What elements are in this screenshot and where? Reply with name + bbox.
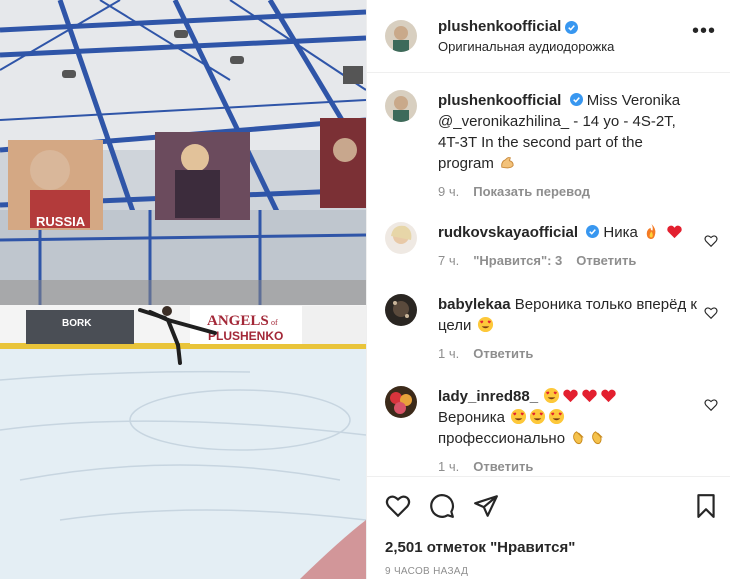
verified-badge-icon [586,225,600,238]
heart-outline-icon[interactable] [385,493,411,519]
red-heart-icon [563,389,578,403]
heart-eyes-icon [477,316,493,333]
audio-label[interactable]: Оригинальная аудиодорожка [438,39,614,55]
avatar[interactable] [385,20,417,52]
comment-text: Вероника [438,409,505,426]
bookmark-icon[interactable] [693,493,719,519]
banner-right [320,118,366,208]
rink-scene: RUSSIA BORK ANGELS of PLUSHENKO [0,0,366,579]
reply-button[interactable]: Ответить [473,343,533,364]
comment-like-heart-icon[interactable] [704,306,718,320]
heart-eyes-icon [549,408,565,425]
likes-count[interactable]: 2,501 отметок "Нравится" [385,539,575,556]
translate-button[interactable]: Показать перевод [473,181,590,202]
caption-username[interactable]: plushenkoofficial [438,92,561,109]
fire-icon [646,223,656,240]
post-video[interactable]: RUSSIA BORK ANGELS of PLUSHENKO [0,0,366,579]
angels-board: ANGELS of PLUSHENKO [190,306,302,344]
comment-text-line2: профессионально [438,430,566,447]
heart-eyes-icon [511,408,527,425]
banner-left: RUSSIA [8,140,103,230]
paper-plane-icon[interactable] [473,493,499,519]
comment-icon[interactable] [429,493,455,519]
comment-time[interactable]: 7 ч. [438,250,459,271]
red-heart-icon [667,225,682,239]
post-panel: plushenkoofficial Оригинальная аудиодоро… [366,0,730,579]
header-username[interactable]: plushenkoofficial [438,18,561,36]
post-header: plushenkoofficial Оригинальная аудиодоро… [367,0,730,73]
heart-eyes-icon [544,387,560,404]
heart-eyes-icon [530,408,546,425]
comment-username[interactable]: lady_inred88_ [438,388,538,405]
bork-text: BORK [62,318,92,329]
plushenko-text: PLUSHENKO [208,329,283,343]
caption-time[interactable]: 9 ч. [438,181,459,202]
red-heart-icon [601,389,616,403]
red-heart-icon [582,389,597,403]
reply-button[interactable]: Ответить [576,250,636,271]
bork-board: BORK [26,310,134,344]
comment-username[interactable]: rudkovskayaofficial [438,224,578,241]
comment-username[interactable]: babylekaa [438,296,511,313]
action-bar: 2,501 отметок "Нравится" 9 ЧАСОВ НАЗАД [367,476,730,579]
clapping-hands-icon [573,431,584,445]
avatar[interactable] [385,386,417,418]
reply-button[interactable]: Ответить [473,456,533,476]
clapping-hands-icon [592,431,603,445]
verified-badge-icon [569,93,583,106]
comments-list: plushenkoofficial Miss Veronika @_veroni… [367,86,730,476]
flexed-biceps-icon [501,157,514,169]
comment-text: Ника [603,224,638,241]
banner-middle [155,132,250,220]
comment-time[interactable]: 1 ч. [438,456,459,476]
comment-time[interactable]: 1 ч. [438,343,459,364]
banner-russia-text: RUSSIA [36,214,86,229]
avatar[interactable] [385,90,417,122]
avatar[interactable] [385,294,417,326]
comment-likes-count[interactable]: "Нравится": 3 [473,250,562,271]
comment-like-heart-icon[interactable] [704,398,718,412]
comment-like-heart-icon[interactable] [704,234,718,248]
angels-text: ANGELS [207,313,269,329]
avatar[interactable] [385,222,417,254]
posted-time[interactable]: 9 ЧАСОВ НАЗАД [385,566,468,577]
more-horizontal-icon[interactable]: ••• [692,21,716,41]
verified-badge-icon [565,20,579,34]
angels-of-text: of [271,318,278,327]
